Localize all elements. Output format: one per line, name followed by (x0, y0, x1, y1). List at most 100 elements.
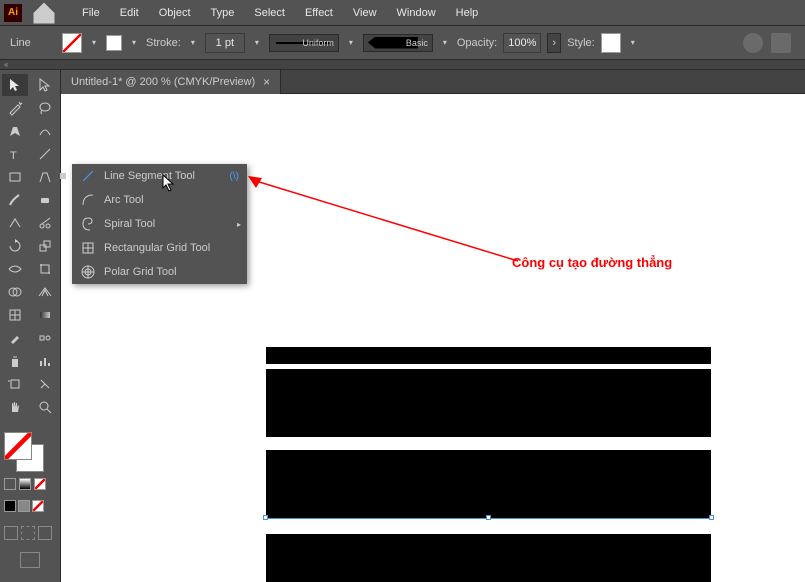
shape-builder-tool[interactable] (2, 281, 28, 303)
menu-edit[interactable]: Edit (110, 3, 149, 23)
shaper-tool[interactable] (2, 212, 28, 234)
stroke-weight-input[interactable] (205, 33, 245, 53)
flyout-arc-tool[interactable]: Arc Tool (72, 188, 247, 212)
selection-tool[interactable] (2, 74, 28, 96)
artwork-shape-4[interactable] (266, 534, 711, 582)
color-mode-gradient[interactable] (19, 478, 31, 490)
menubar: Ai File Edit Object Type Select Effect V… (0, 0, 805, 26)
menu-select[interactable]: Select (244, 3, 295, 23)
spiral-icon (80, 216, 96, 232)
scale-tool[interactable] (32, 235, 58, 257)
hand-tool[interactable] (2, 396, 28, 418)
column-graph-tool[interactable] (32, 350, 58, 372)
type-tool[interactable]: T (2, 143, 28, 165)
profile-dropdown[interactable] (345, 33, 357, 53)
fill-stroke-indicator[interactable] (4, 432, 44, 472)
swatch-gray[interactable] (18, 500, 30, 512)
menu-type[interactable]: Type (201, 3, 245, 23)
color-mode-color[interactable] (4, 478, 16, 490)
flyout-line-segment-tool[interactable]: Line Segment Tool (\) (72, 164, 247, 188)
opacity-label: Opacity: (457, 37, 497, 49)
style-dropdown[interactable] (627, 33, 639, 53)
menu-file[interactable]: File (72, 3, 110, 23)
swatch-none[interactable] (32, 500, 44, 512)
color-panel (0, 428, 60, 572)
selection-handle-mid[interactable] (486, 515, 491, 520)
brush-dropdown[interactable] (439, 33, 451, 53)
polar-grid-icon (80, 264, 96, 280)
stroke-weight-dropdown[interactable] (251, 33, 263, 53)
line-tool-flyout: Line Segment Tool (\) Arc Tool Spiral To… (72, 164, 247, 284)
selection-handle-left[interactable] (263, 515, 268, 520)
artwork-shape-3[interactable] (266, 450, 711, 518)
mouse-cursor-icon (162, 174, 178, 194)
artwork-shape-1[interactable] (266, 347, 711, 364)
draw-normal[interactable] (4, 526, 18, 540)
fill-swatch-indicator[interactable] (4, 432, 32, 460)
rectangle-tool[interactable] (2, 166, 28, 188)
collapse-bar[interactable]: « (0, 60, 805, 70)
blend-tool[interactable] (32, 327, 58, 349)
opacity-expand[interactable] (547, 33, 561, 53)
tab-close-button[interactable]: × (263, 75, 270, 89)
swatch-black[interactable] (4, 500, 16, 512)
gradient-tool[interactable] (32, 304, 58, 326)
rect-grid-icon (80, 240, 96, 256)
symbol-sprayer-tool[interactable] (2, 350, 28, 372)
zoom-tool[interactable] (32, 396, 58, 418)
style-label: Style: (567, 37, 595, 49)
app-logo: Ai (4, 4, 22, 22)
stroke-dropdown[interactable] (88, 33, 100, 53)
screen-mode[interactable] (20, 552, 40, 568)
magic-wand-tool[interactable] (2, 97, 28, 119)
mesh-tool[interactable] (2, 304, 28, 326)
document-tab[interactable]: Untitled-1* @ 200 % (CMYK/Preview) × (61, 70, 281, 94)
opacity-input[interactable] (503, 33, 541, 53)
free-transform-tool[interactable] (32, 258, 58, 280)
eraser-tool[interactable] (32, 189, 58, 211)
artwork-shape-2[interactable] (266, 369, 711, 437)
selection-handle-right[interactable] (709, 515, 714, 520)
stroke-color-swatch[interactable] (62, 33, 82, 53)
preferences-icon[interactable] (771, 33, 791, 53)
fill-dropdown[interactable] (128, 33, 140, 53)
menu-object[interactable]: Object (149, 3, 201, 23)
width-tool[interactable] (2, 258, 28, 280)
graphic-style-swatch[interactable] (601, 33, 621, 53)
document-tabs: Untitled-1* @ 200 % (CMYK/Preview) × (61, 70, 805, 94)
lasso-tool[interactable] (32, 97, 58, 119)
annotation-arrow (248, 176, 528, 276)
home-button[interactable] (30, 2, 58, 24)
pen-tool[interactable] (2, 120, 28, 142)
brush-definition[interactable]: Basic (363, 34, 433, 52)
variable-width-profile[interactable]: Uniform (269, 34, 339, 52)
draw-behind[interactable] (21, 526, 35, 540)
flyout-spiral-tool[interactable]: Spiral Tool ▸ (72, 212, 247, 236)
submenu-arrow-icon: ▸ (237, 220, 241, 229)
curvature-tool[interactable] (32, 120, 58, 142)
slice-tool[interactable] (32, 373, 58, 395)
flyout-rectangular-grid-tool[interactable]: Rectangular Grid Tool (72, 236, 247, 260)
menu-effect[interactable]: Effect (295, 3, 343, 23)
paintbrush-tool[interactable] (2, 189, 28, 211)
rotate-tool[interactable] (2, 235, 28, 257)
fill-color-swatch[interactable] (106, 35, 122, 51)
menu-help[interactable]: Help (446, 3, 489, 23)
eyedropper-tool[interactable] (2, 327, 28, 349)
scissors-tool[interactable] (32, 212, 58, 234)
document-setup-icon[interactable] (743, 33, 763, 53)
options-bar: Line Stroke: Uniform Basic Opacity: Styl… (0, 26, 805, 60)
menu-view[interactable]: View (343, 3, 387, 23)
line-segment-icon (80, 168, 96, 184)
color-mode-none[interactable] (34, 478, 46, 490)
home-icon (30, 0, 58, 27)
direct-selection-tool[interactable] (32, 74, 58, 96)
menu-window[interactable]: Window (387, 3, 446, 23)
artboard-tool[interactable] (2, 373, 28, 395)
stroke-link-icon[interactable] (187, 33, 199, 53)
perspective-grid-tool[interactable] (32, 281, 58, 303)
ellipse-tool[interactable] (32, 166, 58, 188)
draw-inside[interactable] (38, 526, 52, 540)
flyout-polar-grid-tool[interactable]: Polar Grid Tool (72, 260, 247, 284)
line-segment-tool[interactable] (32, 143, 58, 165)
